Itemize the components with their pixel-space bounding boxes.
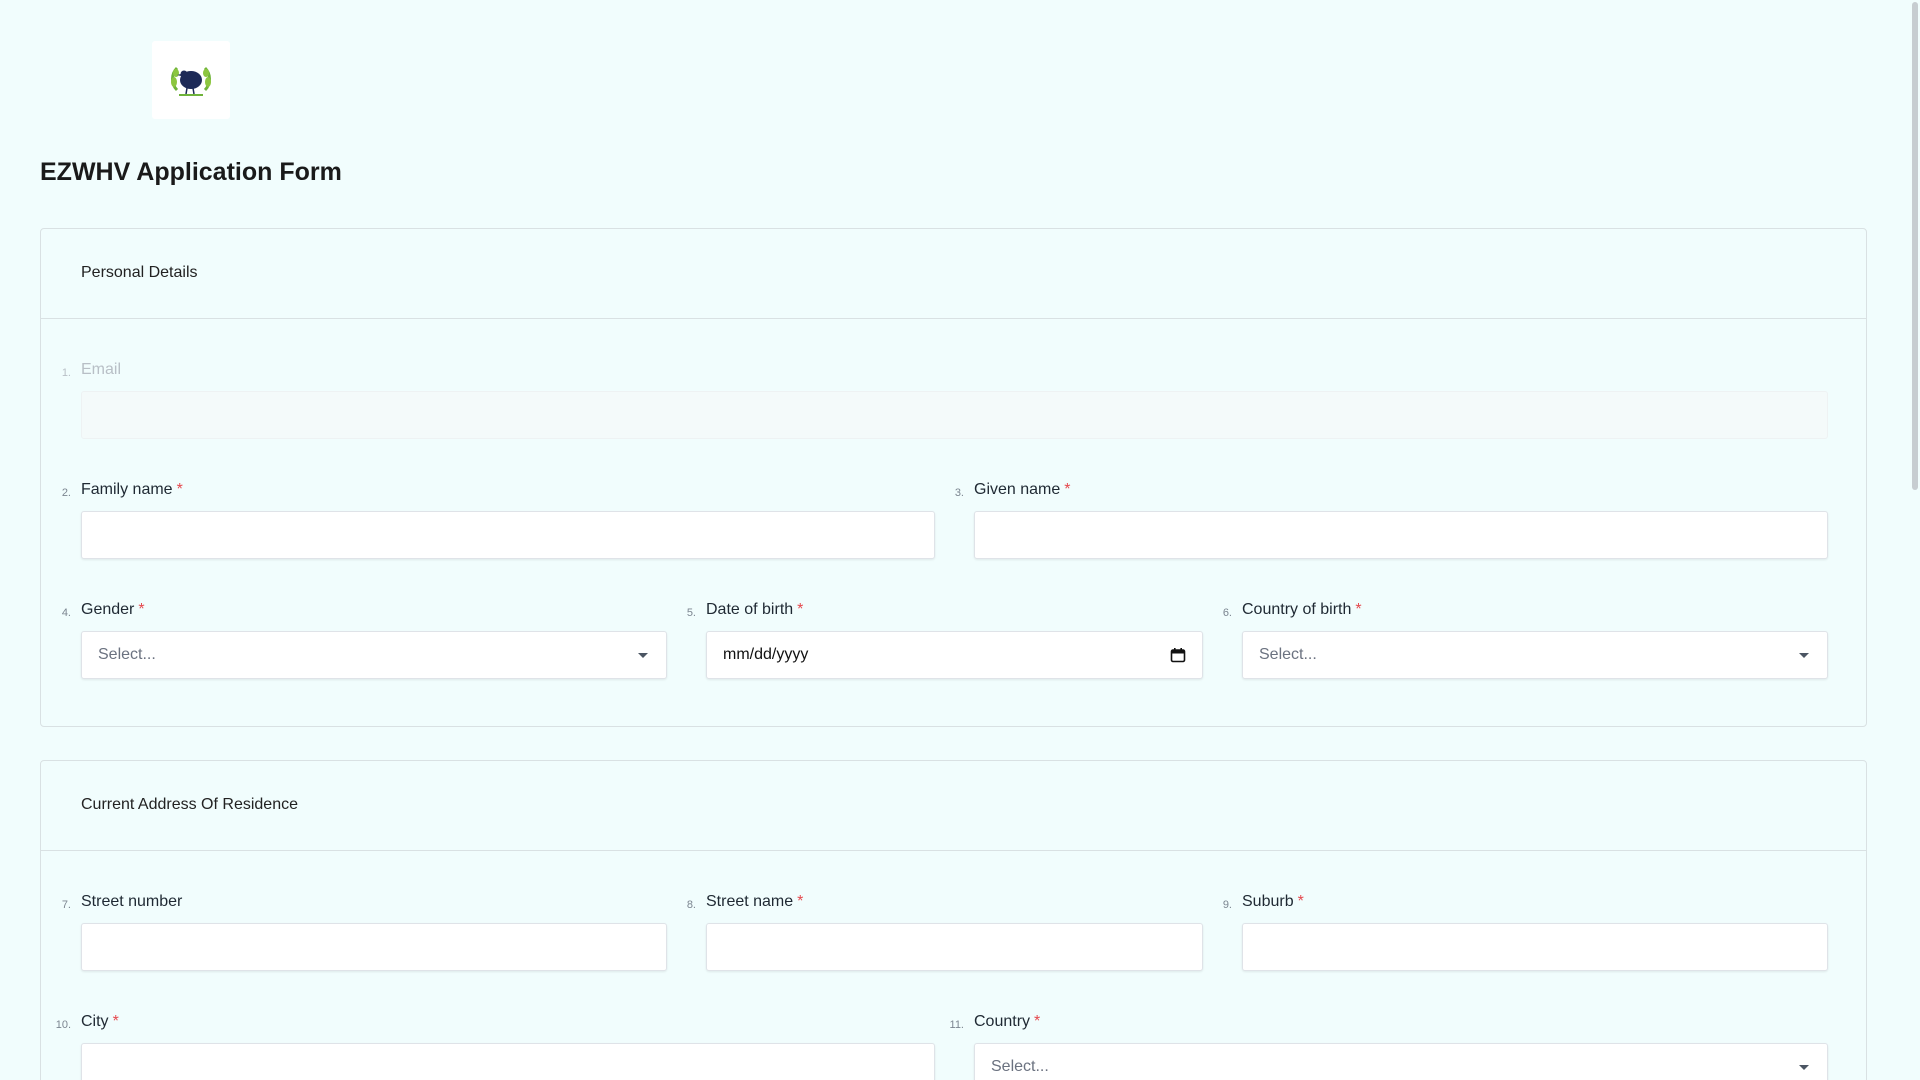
scrollbar-thumb[interactable] <box>1912 2 1918 490</box>
section-personal-details: Personal Details 1. Email 2. Family name… <box>40 228 1867 727</box>
country-of-birth-label: Country of birth <box>1242 601 1352 618</box>
required-marker: * <box>1297 893 1304 910</box>
city-label: City <box>81 1013 109 1030</box>
select-placeholder: Select... <box>1259 646 1317 663</box>
select-placeholder: Select... <box>98 646 156 663</box>
date-of-birth-label: Date of birth <box>706 601 794 618</box>
field-label: Gender * <box>81 601 145 619</box>
email-label: Email <box>81 361 122 378</box>
field-label: Given name * <box>974 481 1071 499</box>
page-scrollbar[interactable] <box>1910 0 1920 1080</box>
field-number: 3. <box>954 487 964 499</box>
required-marker: * <box>138 601 145 618</box>
field-label: Date of birth * <box>706 601 803 619</box>
street-number-label: Street number <box>81 893 183 910</box>
required-marker: * <box>797 601 804 618</box>
page-title: EZWHV Application Form <box>40 158 342 186</box>
field-number: 10. <box>55 1019 71 1031</box>
field-number: 1. <box>61 367 71 379</box>
street-name-label: Street name <box>706 893 794 910</box>
city-input[interactable] <box>81 1043 935 1080</box>
laurel-bird-logo-icon <box>171 66 211 96</box>
field-number: 8. <box>686 899 696 911</box>
field-label: Family name * <box>81 481 183 499</box>
field-label: Country * <box>974 1013 1040 1031</box>
street-number-input[interactable] <box>81 923 667 971</box>
field-label: Suburb * <box>1242 893 1304 911</box>
country-label: Country <box>974 1013 1031 1030</box>
family-name-label: Family name <box>81 481 173 498</box>
field-number: 4. <box>61 607 71 619</box>
country-of-birth-select[interactable]: Select... <box>1242 631 1828 679</box>
date-of-birth-input[interactable]: mm/dd/yyyy <box>706 631 1203 679</box>
application-page: EZWHV Application Form Personal Details … <box>0 0 1920 1080</box>
field-number: 6. <box>1222 607 1232 619</box>
section-header: Personal Details <box>41 229 1866 319</box>
field-number: 5. <box>686 607 696 619</box>
required-marker: * <box>176 481 183 498</box>
field-label: Email <box>81 361 121 379</box>
field-number: 11. <box>949 1019 964 1031</box>
street-name-input[interactable] <box>706 923 1203 971</box>
field-number: 7. <box>61 899 71 911</box>
required-marker: * <box>797 893 804 910</box>
section-header: Current Address Of Residence <box>41 761 1866 851</box>
field-number: 9. <box>1222 899 1232 911</box>
given-name-input[interactable] <box>974 511 1828 559</box>
suburb-label: Suburb <box>1242 893 1294 910</box>
country-select[interactable]: Select... <box>974 1043 1828 1080</box>
required-marker: * <box>1355 601 1362 618</box>
field-label: Country of birth * <box>1242 601 1362 619</box>
field-label: Street name * <box>706 893 803 911</box>
section-current-address: Current Address Of Residence 7. Street n… <box>40 760 1867 1080</box>
required-marker: * <box>1034 1013 1041 1030</box>
caret-down-icon <box>1799 653 1809 658</box>
logo <box>152 41 230 119</box>
date-placeholder: mm/dd/yyyy <box>723 646 809 663</box>
field-number: 2. <box>61 487 71 499</box>
field-label: Street number <box>81 893 182 911</box>
required-marker: * <box>1064 481 1071 498</box>
caret-down-icon <box>638 653 648 658</box>
select-placeholder: Select... <box>991 1058 1049 1075</box>
email-input[interactable] <box>81 391 1828 439</box>
section-title: Personal Details <box>81 264 198 281</box>
section-title: Current Address Of Residence <box>81 796 298 813</box>
family-name-input[interactable] <box>81 511 935 559</box>
gender-select[interactable]: Select... <box>81 631 667 679</box>
calendar-icon[interactable] <box>1170 647 1186 663</box>
suburb-input[interactable] <box>1242 923 1828 971</box>
field-label: City * <box>81 1013 119 1031</box>
caret-down-icon <box>1799 1065 1809 1070</box>
required-marker: * <box>112 1013 119 1030</box>
gender-label: Gender <box>81 601 135 618</box>
given-name-label: Given name <box>974 481 1061 498</box>
